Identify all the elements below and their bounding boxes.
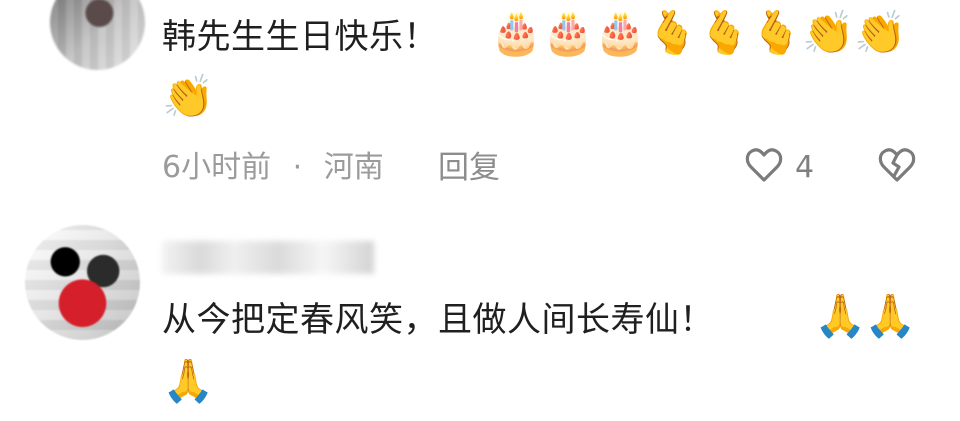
broken-heart-icon[interactable] [876, 145, 918, 185]
blurred-username [162, 241, 374, 274]
finger-heart-emoji-icon: 🫰 [698, 8, 751, 57]
comment-meta: 6小时前 · 河南 [162, 148, 384, 188]
birthday-cake-emoji-icon: 🎂 [594, 8, 647, 57]
folded-hands-emoji-icon: 🙏 [864, 291, 917, 340]
comment-location: 河南 [323, 150, 384, 185]
comment-text: 从今把定春风笑，且做人间长寿仙！ [162, 300, 714, 340]
heart-outline-icon[interactable] [743, 145, 785, 185]
folded-hands-emoji-icon: 🙏 [162, 356, 215, 405]
reply-button[interactable]: 回复 [438, 148, 500, 188]
folded-hands-emoji-icon: 🙏 [814, 291, 867, 340]
clapping-hands-emoji-icon: 👏 [802, 8, 855, 57]
like-count: 4 [795, 150, 815, 185]
comment-time: 6小时前 [162, 150, 272, 185]
birthday-cake-emoji-icon: 🎂 [542, 8, 595, 57]
birthday-cake-emoji-icon: 🎂 [490, 8, 543, 57]
finger-heart-emoji-icon: 🫰 [646, 8, 699, 57]
finger-heart-emoji-icon: 🫰 [750, 8, 803, 57]
comment-text: 韩先生生日快乐！ [162, 17, 438, 57]
avatar[interactable] [50, 0, 145, 70]
meta-separator: · [292, 150, 303, 185]
clapping-hands-emoji-icon: 👏 [854, 8, 907, 57]
clapping-hands-emoji-icon: 👏 [162, 72, 215, 121]
avatar[interactable] [25, 225, 140, 340]
